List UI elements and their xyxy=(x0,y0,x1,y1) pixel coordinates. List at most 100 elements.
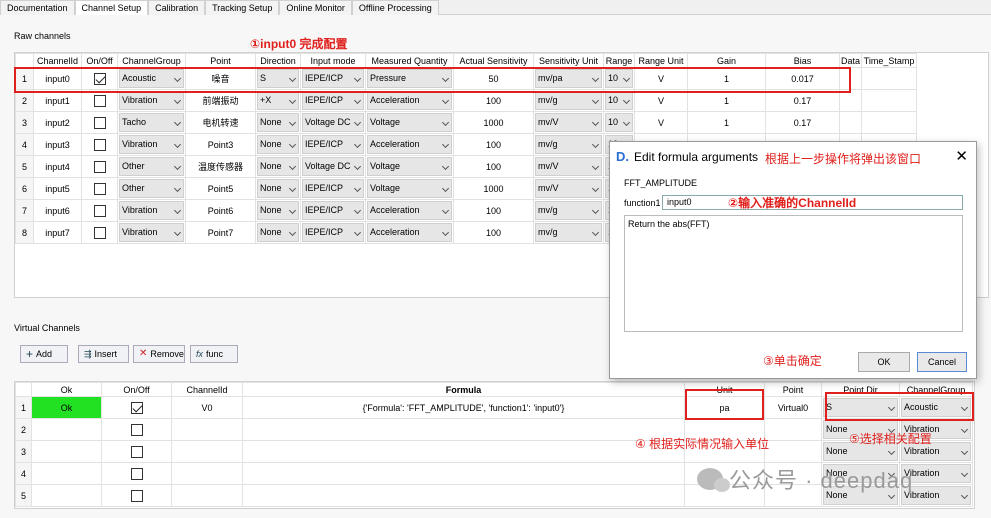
channel-id-cell[interactable] xyxy=(171,484,243,507)
channel-id-cell[interactable] xyxy=(171,462,243,485)
sensitivity-unit-select[interactable]: mv/V xyxy=(535,179,602,198)
input-mode-select[interactable]: IEPE/ICP xyxy=(302,135,364,154)
on-off-checkbox[interactable] xyxy=(130,445,143,458)
direction-select[interactable]: None xyxy=(257,135,299,154)
channel-group-select[interactable]: Vibration xyxy=(119,91,184,110)
point-cell[interactable] xyxy=(764,418,822,441)
sensitivity-unit-select[interactable]: mv/g xyxy=(535,201,602,220)
direction-select[interactable]: None xyxy=(257,201,299,220)
input-mode-select[interactable]: IEPE/ICP xyxy=(302,179,364,198)
input-mode-select[interactable]: IEPE/ICP xyxy=(302,91,364,110)
on-off-checkbox[interactable] xyxy=(93,138,106,151)
channel-id-cell[interactable] xyxy=(171,440,243,463)
channel-group-select[interactable]: Other xyxy=(119,157,184,176)
measured-quantity-select[interactable]: Acceleration xyxy=(367,223,452,242)
direction-select[interactable]: None xyxy=(257,157,299,176)
close-icon[interactable]: ✕ xyxy=(955,147,968,165)
channel-id-cell[interactable]: input3 xyxy=(33,133,82,156)
column-header[interactable]: ChannelGroup xyxy=(117,53,186,68)
point-cell[interactable]: 电机转速 xyxy=(185,111,256,134)
column-header[interactable]: Ok xyxy=(31,382,102,397)
point-cell[interactable]: Point7 xyxy=(185,221,256,244)
sensitivity-unit-select[interactable]: mv/V xyxy=(535,113,602,132)
channel-group-select[interactable]: Other xyxy=(119,179,184,198)
cancel-button[interactable]: Cancel xyxy=(917,352,967,372)
column-header[interactable]: Actual Sensitivity xyxy=(453,53,534,68)
column-header[interactable]: Input mode xyxy=(300,53,366,68)
column-header[interactable]: Point xyxy=(185,53,256,68)
column-header[interactable]: Data xyxy=(839,53,862,68)
tab-offline-processing[interactable]: Offline Processing xyxy=(351,0,439,15)
column-header[interactable]: On/Off xyxy=(81,53,118,68)
column-header[interactable]: ChannelId xyxy=(33,53,82,68)
channel-id-cell[interactable]: input6 xyxy=(33,199,82,222)
channel-id-cell[interactable] xyxy=(171,418,243,441)
on-off-checkbox[interactable] xyxy=(93,182,106,195)
sensitivity-unit-select[interactable]: mv/g xyxy=(535,135,602,154)
gain-cell[interactable]: 1 xyxy=(687,111,766,134)
input-mode-select[interactable]: IEPE/ICP xyxy=(302,201,364,220)
measured-quantity-select[interactable]: Voltage xyxy=(367,179,452,198)
sensitivity-cell[interactable]: 100 xyxy=(453,199,534,222)
channel-group-select[interactable]: Vibration xyxy=(119,201,184,220)
channel-id-cell[interactable]: input4 xyxy=(33,155,82,178)
range-select[interactable]: 10 xyxy=(605,91,633,110)
func-button[interactable]: fx func xyxy=(190,345,238,363)
sensitivity-unit-select[interactable]: mv/g xyxy=(535,223,602,242)
channel-group-select[interactable]: Vibration xyxy=(119,223,184,242)
column-header[interactable]: Measured Quantity xyxy=(365,53,454,68)
channel-group-select[interactable]: Vibration xyxy=(119,135,184,154)
point-cell[interactable] xyxy=(764,440,822,463)
sensitivity-cell[interactable]: 1000 xyxy=(453,111,534,134)
point-cell[interactable]: Point6 xyxy=(185,199,256,222)
direction-select[interactable]: None xyxy=(257,113,299,132)
add-button[interactable]: + Add xyxy=(20,345,68,363)
channel-id-cell[interactable]: V0 xyxy=(171,396,243,419)
tab-online-monitor[interactable]: Online Monitor xyxy=(279,0,352,15)
formula-cell[interactable] xyxy=(242,462,685,485)
on-off-checkbox[interactable] xyxy=(130,423,143,436)
sensitivity-cell[interactable]: 100 xyxy=(453,155,534,178)
on-off-checkbox[interactable] xyxy=(93,226,106,239)
column-header[interactable]: Point xyxy=(764,382,822,397)
on-off-checkbox[interactable] xyxy=(130,489,143,502)
column-header[interactable]: Sensitivity Unit xyxy=(533,53,604,68)
column-header[interactable]: On/Off xyxy=(101,382,172,397)
tab-tracking-setup[interactable]: Tracking Setup xyxy=(205,0,280,15)
channel-id-cell[interactable]: input5 xyxy=(33,177,82,200)
on-off-checkbox[interactable] xyxy=(93,204,106,217)
direction-select[interactable]: None xyxy=(257,223,299,242)
range-select[interactable]: 10 xyxy=(605,113,633,132)
on-off-checkbox[interactable] xyxy=(93,94,106,107)
sensitivity-cell[interactable]: 100 xyxy=(453,133,534,156)
on-off-checkbox[interactable] xyxy=(130,401,143,414)
bias-cell[interactable]: 0.17 xyxy=(765,111,840,134)
column-header[interactable]: Gain xyxy=(687,53,766,68)
channel-group-select[interactable]: Tacho xyxy=(119,113,184,132)
measured-quantity-select[interactable]: Acceleration xyxy=(367,135,452,154)
column-header[interactable]: Formula xyxy=(242,382,685,397)
sensitivity-cell[interactable]: 100 xyxy=(453,221,534,244)
point-cell[interactable]: Point3 xyxy=(185,133,256,156)
measured-quantity-select[interactable]: Acceleration xyxy=(367,91,452,110)
channel-id-cell[interactable]: input2 xyxy=(33,111,82,134)
ok-button[interactable]: OK xyxy=(858,352,910,372)
point-cell[interactable]: Point5 xyxy=(185,177,256,200)
measured-quantity-select[interactable]: Acceleration xyxy=(367,201,452,220)
formula-cell[interactable] xyxy=(242,440,685,463)
measured-quantity-select[interactable]: Voltage xyxy=(367,113,452,132)
tab-calibration[interactable]: Calibration xyxy=(148,0,206,15)
input-mode-select[interactable]: Voltage DC xyxy=(302,157,364,176)
column-header[interactable]: Bias xyxy=(765,53,840,68)
column-header[interactable]: Range Unit xyxy=(634,53,688,68)
formula-cell[interactable] xyxy=(242,484,685,507)
on-off-checkbox[interactable] xyxy=(93,160,106,173)
column-header[interactable]: Range xyxy=(603,53,635,68)
column-header[interactable]: Direction xyxy=(255,53,301,68)
direction-select[interactable]: +X xyxy=(257,91,299,110)
sensitivity-unit-select[interactable]: mv/g xyxy=(535,91,602,110)
formula-cell[interactable]: {'Formula': 'FFT_AMPLITUDE', 'function1'… xyxy=(242,396,685,419)
tab-documentation[interactable]: Documentation xyxy=(0,0,75,15)
column-header[interactable]: ChannelId xyxy=(171,382,243,397)
direction-select[interactable]: None xyxy=(257,179,299,198)
